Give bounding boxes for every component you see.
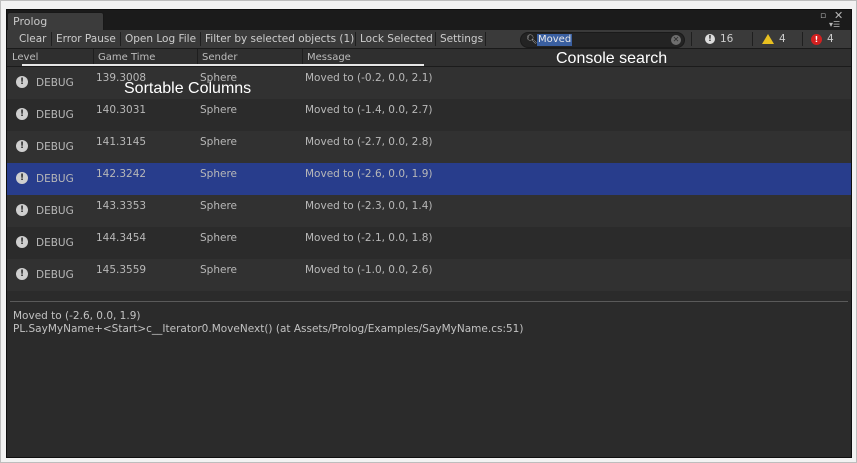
split-divider[interactable] [10,301,848,302]
debug-level-icon: ! [16,76,28,88]
row-level: DEBUG [36,77,74,89]
search-field[interactable]: 🔍︎ Moved ✕ [520,32,685,48]
error-count: 4 [827,33,834,45]
log-row[interactable]: ! DEBUG 143.3353 Sphere Moved to (-2.3, 0.0,… [7,195,851,227]
clear-button[interactable]: Clear [15,30,50,48]
row-game-time: 145.3559 [96,264,147,276]
log-row[interactable]: ! DEBUG 145.3559 Sphere Moved to (-1.0, 0.0,… [7,259,851,291]
settings-button[interactable]: Settings [436,30,487,48]
search-input[interactable]: Moved [537,34,573,46]
row-level: DEBUG [36,269,74,281]
detail-message: Moved to (-2.6, 0.0, 1.9) [13,310,141,322]
toolbar-divider [691,32,692,46]
row-sender: Sphere [200,264,237,276]
detail-stacktrace[interactable]: PL.SayMyName+<Start>c__Iterator0.MoveNex… [13,323,523,336]
row-message: Moved to (-2.1, 0.0, 1.8) [305,232,433,244]
panel-menu-icon[interactable]: ▾☰ [829,20,840,29]
log-row[interactable]: ! DEBUG 140.3031 Sphere Moved to (-1.4, 0.0,… [7,99,851,131]
row-sender: Sphere [200,168,237,180]
console-search-callout: Console search [556,50,668,67]
row-sender: Sphere [200,136,237,148]
row-message: Moved to (-2.3, 0.0, 1.4) [305,200,433,212]
row-message: Moved to (-1.0, 0.0, 2.6) [305,264,433,276]
filter-selected-objects-button[interactable]: Filter by selected objects (1) [201,30,358,48]
row-game-time: 140.3031 [96,104,147,116]
warning-icon [762,34,774,44]
row-sender: Sphere [200,104,237,116]
console-window: Prolog ▫ ✕ ▾☰ Clear Error Pause Open Log… [6,9,852,458]
info-icon: ! [705,34,715,44]
sortable-columns-callout: Sortable Columns [124,80,252,97]
info-count: 16 [720,33,734,45]
warning-count-toggle[interactable]: 4 [756,30,806,48]
info-count-toggle[interactable]: ! 16 [699,30,754,48]
row-sender: Sphere [200,232,237,244]
debug-level-icon: ! [16,172,28,184]
row-sender: Sphere [200,200,237,212]
row-game-time: 143.3353 [96,200,147,212]
warning-count: 4 [779,33,786,45]
error-pause-button[interactable]: Error Pause [52,30,120,48]
toolbar-divider [752,32,753,46]
row-message: Moved to (-2.7, 0.0, 2.8) [305,136,433,148]
log-row[interactable]: ! DEBUG 141.3145 Sphere Moved to (-2.7, 0.0,… [7,131,851,163]
maximize-icon[interactable]: ▫ [820,12,826,21]
row-level: DEBUG [36,237,74,249]
error-icon: ! [811,33,822,45]
row-game-time: 141.3145 [96,136,147,148]
error-count-toggle[interactable]: ! 4 [805,30,851,48]
clear-search-icon[interactable]: ✕ [671,35,681,45]
tab-prolog[interactable]: Prolog [7,12,104,30]
lock-selected-button[interactable]: Lock Selected [356,30,437,48]
debug-level-icon: ! [16,236,28,248]
debug-level-icon: ! [16,108,28,120]
debug-level-icon: ! [16,268,28,280]
row-game-time: 142.3242 [96,168,147,180]
row-message: Moved to (-2.6, 0.0, 1.9) [305,168,433,180]
search-icon: 🔍︎ [526,35,538,45]
open-log-file-button[interactable]: Open Log File [121,30,200,48]
row-level: DEBUG [36,141,74,153]
tab-strip: Prolog ▫ ✕ ▾☰ [7,10,851,30]
row-level: DEBUG [36,109,74,121]
toolbar-divider [485,32,486,46]
row-message: Moved to (-1.4, 0.0, 2.7) [305,104,433,116]
toolbar: Clear Error Pause Open Log File Filter b… [7,30,851,49]
log-row[interactable]: ! DEBUG 144.3454 Sphere Moved to (-2.1, 0.0,… [7,227,851,259]
callout-underline [22,64,424,66]
row-game-time: 144.3454 [96,232,147,244]
toolbar-divider [802,32,803,46]
row-level: DEBUG [36,205,74,217]
row-message: Moved to (-0.2, 0.0, 2.1) [305,72,433,84]
debug-level-icon: ! [16,204,28,216]
log-row[interactable]: ! DEBUG 142.3242 Sphere Moved to (-2.6, 0.0,… [7,163,851,195]
row-level: DEBUG [36,173,74,185]
debug-level-icon: ! [16,140,28,152]
detail-panel: Moved to (-2.6, 0.0, 1.9) PL.SayMyName+<… [13,310,523,336]
